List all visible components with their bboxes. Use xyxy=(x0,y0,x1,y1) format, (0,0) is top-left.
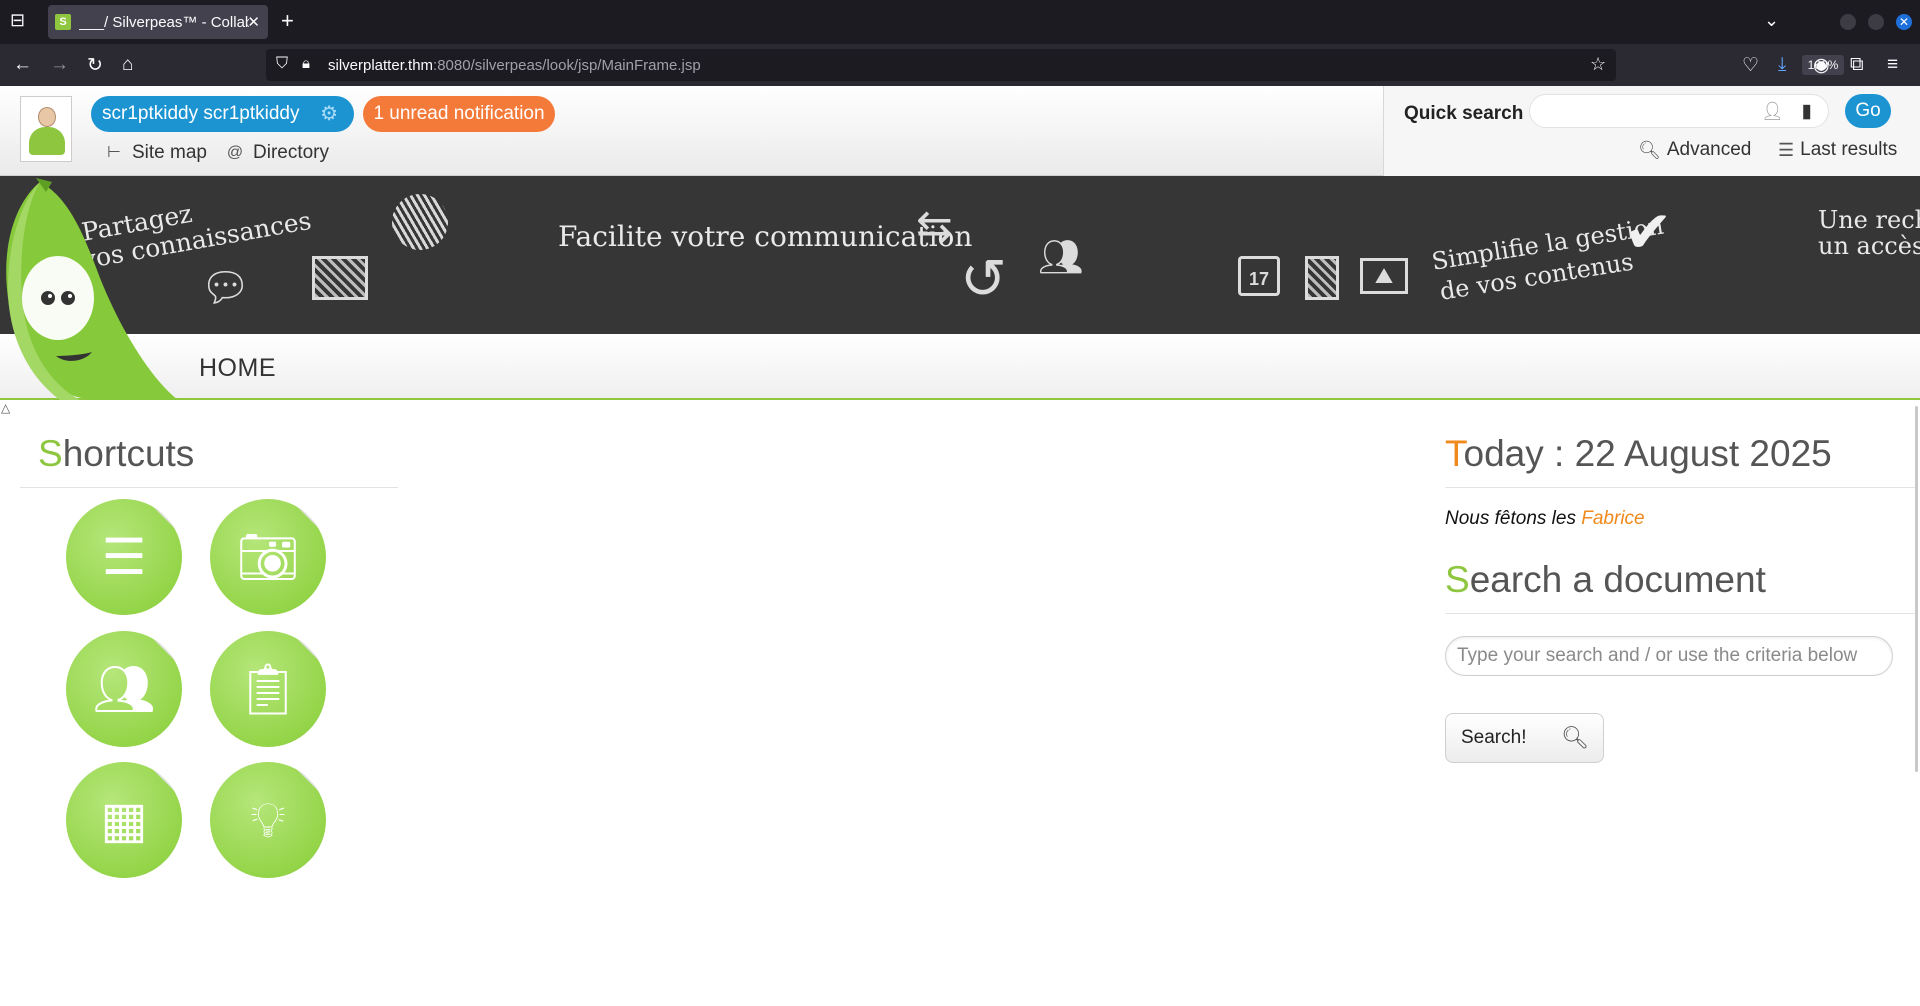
stacked-books-icon: ☰ xyxy=(101,529,147,585)
advanced-search-link[interactable]: 🔍︎ Advanced xyxy=(1638,139,1751,161)
reload-icon[interactable]: ↻ xyxy=(87,54,103,77)
camera-icon: 📷︎ xyxy=(236,528,300,585)
resource-booking-icon: ▦ xyxy=(100,792,148,848)
quick-search-label: Quick search xyxy=(1404,103,1524,124)
shortcut-clipboard[interactable]: 📋︎ xyxy=(210,631,326,747)
maximize-window-icon[interactable] xyxy=(1868,14,1884,30)
silverpeas-favicon-icon: S xyxy=(55,14,71,30)
notification-button[interactable]: 1 unread notification xyxy=(363,96,555,132)
page-scrollbar[interactable] xyxy=(1915,406,1918,772)
advanced-label: Advanced xyxy=(1666,139,1752,160)
feast-of-the-day: Nous fêtons les Fabrice xyxy=(1445,508,1645,529)
browser-tab[interactable]: S ___/ Silverpeas™ - Collab ✕ xyxy=(48,5,268,39)
directory-label: Directory xyxy=(253,142,330,163)
search-document-divider xyxy=(1445,613,1915,614)
search-button-label: Search! xyxy=(1461,727,1527,748)
address-bar[interactable]: ⛉ 🔒︎ silverplatter.thm:8080/silverpeas/l… xyxy=(266,49,1844,81)
shortcuts-divider xyxy=(20,487,398,488)
today-divider xyxy=(1445,487,1915,488)
magnifier-plus-icon: 🔍︎ xyxy=(1638,139,1661,160)
forward-arrow-icon[interactable]: → xyxy=(50,54,69,76)
user-name: scr1ptkiddy scr1ptkiddy xyxy=(102,103,300,124)
lightbulb-icon: 💡︎ xyxy=(250,791,286,848)
back-arrow-icon[interactable]: ← xyxy=(13,54,32,76)
pocket-icon[interactable]: ♡ xyxy=(1742,54,1759,77)
image-sketch-icon: ⛰ xyxy=(1360,258,1408,294)
user-search-icon[interactable]: 👤︎ xyxy=(1761,101,1784,122)
speech-bubbles-icon: 💬︎ xyxy=(200,266,251,310)
list-icon: ☰ xyxy=(1778,139,1795,160)
directory-link[interactable]: @ Directory xyxy=(225,142,329,164)
search-document-title: Search a document xyxy=(1445,559,1766,600)
account-icon[interactable]: ◉ xyxy=(1813,54,1830,77)
site-map-link[interactable]: ⊢ Site map xyxy=(104,142,207,164)
home-icon[interactable]: ⌂ xyxy=(122,54,133,76)
browser-tab-bar: ⊟ S ___/ Silverpeas™ - Collab ✕ + ⌄ ✕ xyxy=(0,0,1920,44)
main-menu-bar: HOME xyxy=(0,334,1920,400)
bookmark-star-icon[interactable]: ☆ xyxy=(1590,54,1606,75)
gear-icon[interactable]: ⚙ xyxy=(320,96,338,132)
silverpeas-mascot-logo xyxy=(6,178,178,400)
banner-text-communication: Facilite votre communication xyxy=(558,220,973,253)
quick-search-panel: Quick search 👤︎ ▮ Go 🔍︎ Advanced ☰ Last … xyxy=(1383,86,1920,176)
shortcut-gallery[interactable]: 📷︎ xyxy=(210,499,326,615)
quick-search-go-button[interactable]: Go xyxy=(1845,94,1891,128)
last-results-label: Last results xyxy=(1800,139,1898,160)
minimize-window-icon[interactable] xyxy=(1840,14,1856,30)
browser-nav-bar: ← → ↻ ⌂ ⛉ 🔒︎ silverplatter.thm:8080/silv… xyxy=(0,44,1920,86)
document-sketch-icon xyxy=(1305,256,1339,300)
feast-name[interactable]: Fabrice xyxy=(1581,508,1644,529)
calendar-icon: 17 xyxy=(1238,256,1280,296)
directory-icon: @ xyxy=(226,144,244,161)
tab-title: ___/ Silverpeas™ - Collab xyxy=(79,13,249,31)
banner-text-right-1: Une rech xyxy=(1818,206,1920,234)
document-search-field xyxy=(1445,636,1893,676)
shield-icon[interactable]: ⛉ xyxy=(276,55,288,73)
extensions-icon[interactable]: ⧉ xyxy=(1850,54,1864,76)
downloads-icon[interactable]: ⤓ xyxy=(1778,54,1786,76)
url-text: silverplatter.thm:8080/silverpeas/look/j… xyxy=(328,57,701,74)
user-menu-button[interactable]: scr1ptkiddy scr1ptkiddy ⚙ xyxy=(91,96,354,132)
site-map-label: Site map xyxy=(132,142,207,163)
banner-text-right-2: un accès xyxy=(1818,232,1920,260)
lock-icon[interactable]: 🔒︎ xyxy=(302,55,310,72)
avatar-body xyxy=(29,127,65,155)
today-title: Today : 22 August 2025 xyxy=(1445,433,1832,474)
document-search-input[interactable] xyxy=(1446,637,1892,675)
document-search-icon[interactable]: ▮ xyxy=(1802,100,1812,123)
collapse-banner-icon[interactable]: △ xyxy=(1,401,10,415)
tab-list-icon[interactable]: ⊟ xyxy=(10,10,25,31)
last-results-link[interactable]: ☰ Last results xyxy=(1778,139,1897,161)
shortcut-library[interactable]: ☰ xyxy=(66,499,182,615)
shortcuts-title: Shortcuts xyxy=(38,433,195,474)
user-avatar[interactable] xyxy=(20,96,72,162)
quick-search-input[interactable]: 👤︎ ▮ xyxy=(1529,94,1829,128)
user-pair-icon: 👥︎ xyxy=(1038,236,1084,277)
lightbulb-sketch-icon xyxy=(392,194,448,250)
site-map-icon: ⊢ xyxy=(107,144,121,161)
refresh-arrows-icon: ↺ xyxy=(960,247,1007,310)
clipboard-icon: 📋︎ xyxy=(236,660,300,717)
menu-hamburger-icon[interactable]: ≡ xyxy=(1887,54,1898,76)
silverpeas-top-bar: scr1ptkiddy scr1ptkiddy ⚙ 1 unread notif… xyxy=(0,86,1920,176)
menu-item-home[interactable]: HOME xyxy=(199,354,276,383)
magnifier-plus-icon: 🔍︎ xyxy=(1561,725,1589,750)
picture-frame-icon xyxy=(312,256,368,300)
people-exchange-icon: ⇆ xyxy=(916,202,953,251)
close-window-icon[interactable]: ✕ xyxy=(1896,14,1912,30)
shortcut-community[interactable]: 👥︎ xyxy=(66,631,182,747)
avatar-head xyxy=(38,107,56,127)
shortcut-ideas[interactable]: 💡︎ xyxy=(210,762,326,878)
group-of-people-icon: 👥︎ xyxy=(92,660,156,717)
shortcut-booking[interactable]: ▦ xyxy=(66,762,182,878)
close-tab-icon[interactable]: ✕ xyxy=(247,13,260,31)
calendar-day: 17 xyxy=(1248,269,1270,289)
checkmark-icon: ✔ xyxy=(1624,200,1673,265)
home-banner: Partagez vos connaissances 💬︎ Facilite v… xyxy=(0,176,1920,334)
list-all-tabs-chevron-icon[interactable]: ⌄ xyxy=(1764,10,1779,31)
document-search-button[interactable]: Search! 🔍︎ xyxy=(1445,713,1604,763)
new-tab-icon[interactable]: + xyxy=(281,8,294,34)
